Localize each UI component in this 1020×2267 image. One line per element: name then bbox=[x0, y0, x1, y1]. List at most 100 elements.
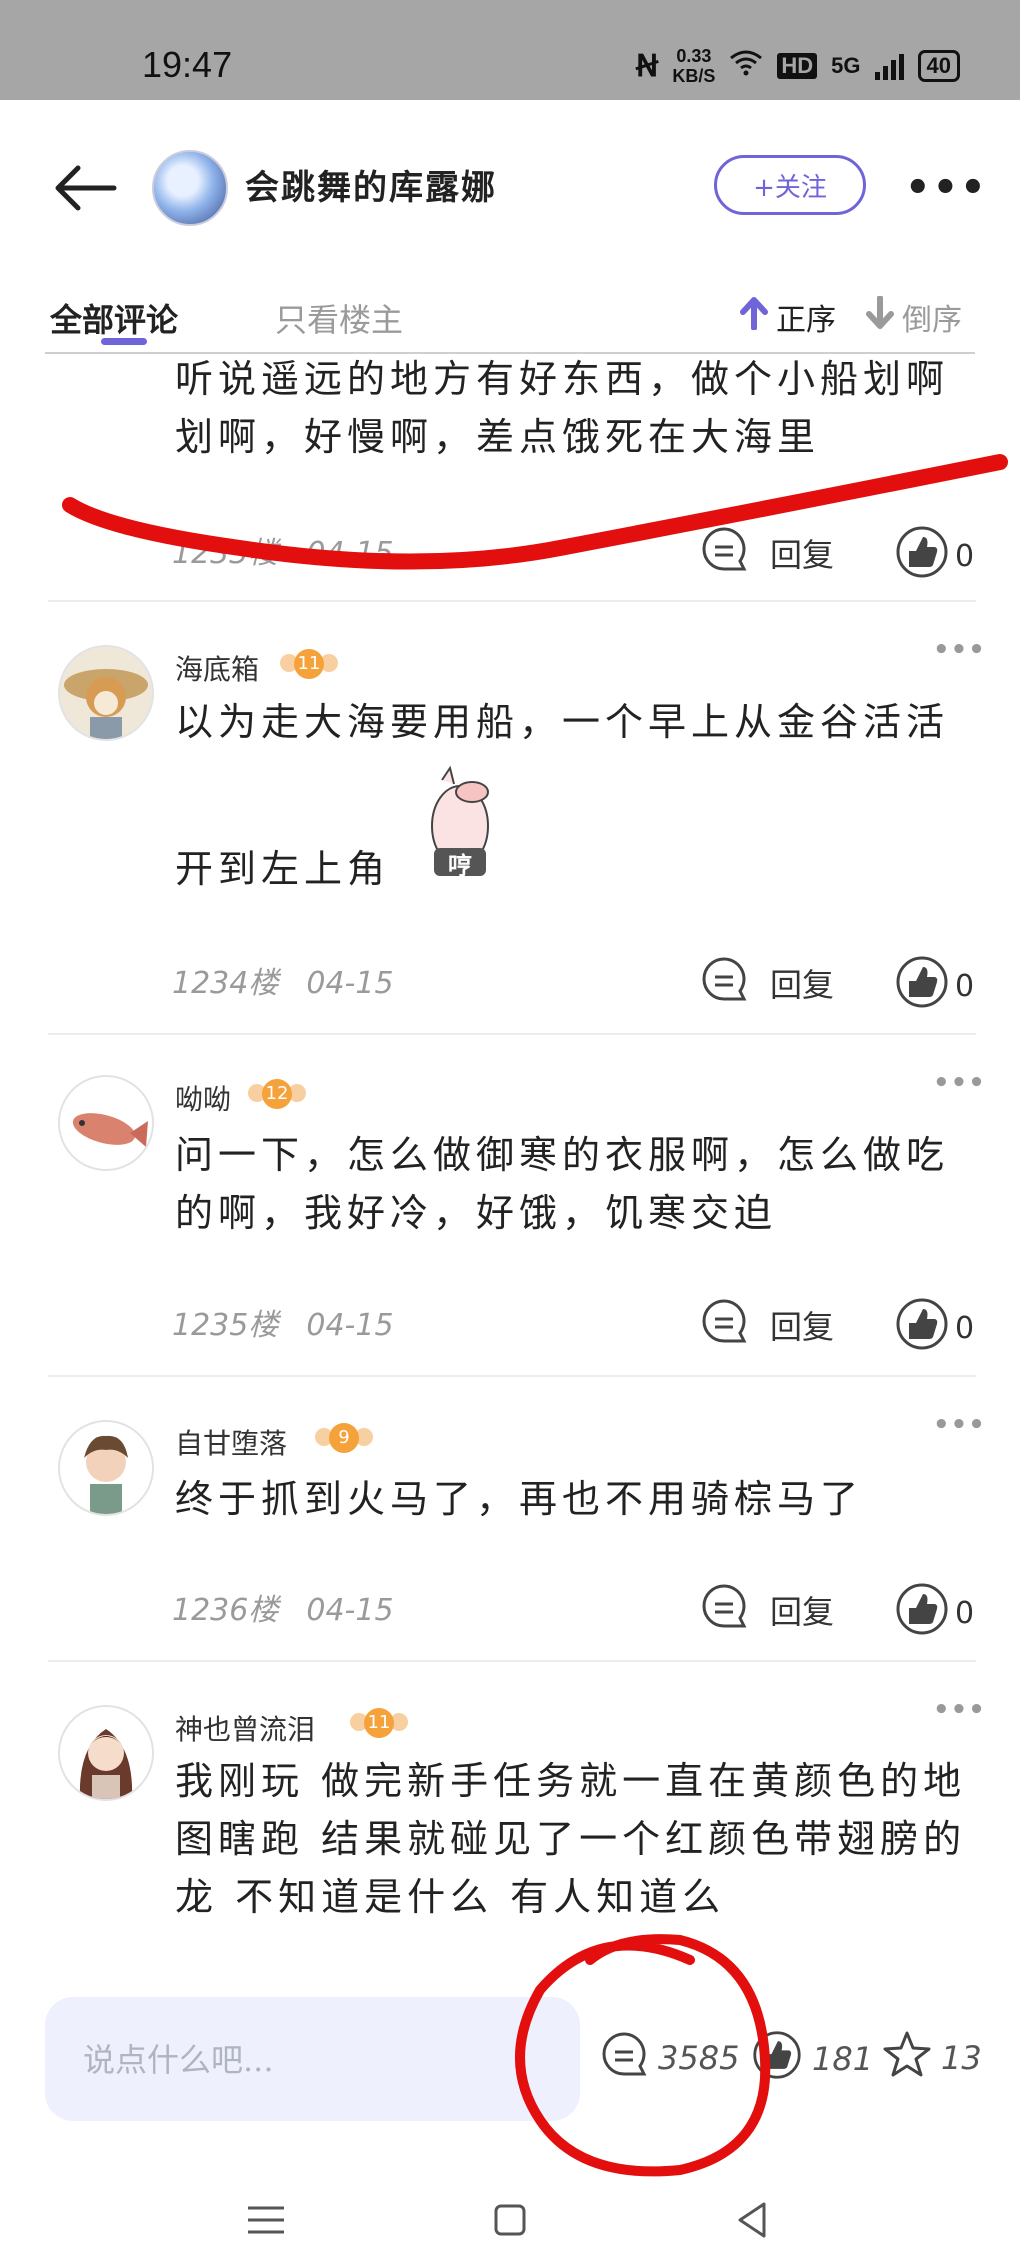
sort-desc-label: 倒序 bbox=[902, 303, 962, 338]
comment-text: 问一下，怎么做御寒的衣服啊，怎么做吃的啊，我好冷，好饿，饥寒交迫 bbox=[175, 1133, 950, 1235]
comment-floor: 1233楼 bbox=[172, 536, 279, 571]
tab-active-indicator bbox=[101, 338, 147, 345]
avatar[interactable] bbox=[58, 645, 154, 741]
thumbs-up-icon bbox=[895, 955, 949, 1017]
menu-icon[interactable] bbox=[226, 2180, 306, 2260]
level-badge: 11 bbox=[280, 646, 338, 682]
network-type: 5G bbox=[831, 53, 861, 78]
reply-label: 回复 bbox=[770, 1593, 835, 1631]
comment-bubble-icon bbox=[700, 525, 748, 581]
pig-sticker: 哼 bbox=[420, 760, 500, 880]
thumbs-up-icon bbox=[752, 2030, 802, 2088]
tab-only-host[interactable]: 只看楼主 bbox=[275, 295, 403, 341]
level-number: 11 bbox=[364, 1708, 394, 1738]
like-count: 0 bbox=[955, 538, 975, 574]
like-button[interactable]: 0 bbox=[895, 955, 974, 1017]
reply-button[interactable]: 回复 bbox=[700, 525, 834, 581]
like-button[interactable]: 0 bbox=[895, 1297, 974, 1359]
more-horizontal-icon[interactable]: ••• bbox=[933, 1410, 986, 1440]
level-badge: 12 bbox=[248, 1076, 306, 1112]
thumbs-up-icon bbox=[895, 1582, 949, 1644]
comment-input[interactable] bbox=[81, 1997, 545, 2123]
post-like-count: 181 bbox=[812, 2040, 874, 2078]
reply-button[interactable]: 回复 bbox=[700, 1297, 834, 1353]
star-icon bbox=[883, 2030, 931, 2086]
more-horizontal-icon[interactable]: ••• bbox=[933, 1068, 986, 1098]
reply-button[interactable]: 回复 bbox=[700, 955, 834, 1011]
reply-label: 回复 bbox=[770, 966, 835, 1004]
level-number: 9 bbox=[329, 1423, 359, 1453]
comment-bubble-icon bbox=[700, 1297, 748, 1353]
comment-text: 开到左上角 bbox=[175, 847, 391, 891]
post-like-button[interactable]: 181 bbox=[752, 2030, 873, 2088]
net-speed-unit: KB/S bbox=[672, 66, 716, 86]
level-number: 11 bbox=[294, 649, 324, 679]
status-icons: Ꞥ 0.33 KB/S HD 5G 40 bbox=[636, 46, 960, 86]
like-count: 0 bbox=[955, 1595, 975, 1631]
comment-input-box[interactable] bbox=[45, 1997, 580, 2123]
net-speed: 0.33 KB/S bbox=[672, 46, 715, 86]
comment-text: 终于抓到火马了，再也不用骑棕马了 bbox=[175, 1477, 864, 1521]
avatar[interactable] bbox=[58, 1075, 154, 1171]
comment-text: 听说遥远的地方有好东西，做个小船划啊划啊，好慢啊，差点饿死在大海里 bbox=[175, 357, 950, 459]
user-name[interactable]: 海底箱 bbox=[175, 648, 259, 688]
like-button[interactable]: 0 bbox=[895, 1582, 974, 1644]
divider bbox=[48, 1660, 976, 1662]
follow-button[interactable]: +关注 bbox=[714, 155, 866, 215]
user-name[interactable]: 神也曾流泪 bbox=[175, 1708, 315, 1748]
divider bbox=[48, 1033, 976, 1035]
comment-date: 04-15 bbox=[306, 966, 394, 1001]
favorite-button[interactable]: 13 bbox=[883, 2030, 982, 2086]
avatar[interactable] bbox=[58, 1420, 154, 1516]
comment-floor: 1234楼 bbox=[172, 966, 279, 1001]
comment-bubble-icon bbox=[700, 955, 748, 1011]
status-bar: 19:47 Ꞥ 0.33 KB/S HD 5G 40 bbox=[0, 0, 1020, 100]
sort-ascending-button[interactable]: 正序 bbox=[740, 295, 836, 339]
sort-descending-button[interactable]: 倒序 bbox=[866, 295, 962, 339]
like-button[interactable]: 0 bbox=[895, 525, 974, 587]
comment-text: 我刚玩 做完新手任务就一直在黄颜色的地图瞎跑 结果就碰见了一个红颜色带翅膀的龙 … bbox=[175, 1759, 967, 1919]
sticker-text: 哼 bbox=[448, 852, 472, 880]
arrow-left-icon[interactable] bbox=[50, 158, 120, 218]
reply-button[interactable]: 回复 bbox=[700, 1582, 834, 1638]
comment-floor: 1236楼 bbox=[172, 1593, 279, 1628]
thumbs-up-icon bbox=[895, 525, 949, 587]
battery-icon: 40 bbox=[917, 50, 960, 82]
home-square-icon[interactable] bbox=[470, 2180, 550, 2260]
tab-all-comments[interactable]: 全部评论 bbox=[50, 295, 178, 341]
back-triangle-icon[interactable] bbox=[712, 2180, 792, 2260]
reply-label: 回复 bbox=[770, 536, 835, 574]
hd-icon: HD bbox=[777, 53, 818, 79]
divider bbox=[48, 1375, 976, 1377]
comment-date: 04-15 bbox=[306, 536, 394, 571]
wifi-icon bbox=[729, 48, 763, 84]
net-speed-value: 0.33 bbox=[676, 46, 712, 66]
comment-meta: 1234楼 04-15 bbox=[172, 958, 422, 1002]
user-name[interactable]: 呦呦 bbox=[175, 1078, 231, 1118]
more-horizontal-icon[interactable]: ••• bbox=[933, 1695, 986, 1725]
favorite-count: 13 bbox=[941, 2039, 982, 2077]
comment-floor: 1235楼 bbox=[172, 1308, 279, 1343]
user-name[interactable]: 自甘堕落 bbox=[175, 1422, 287, 1462]
thumbs-up-icon bbox=[895, 1297, 949, 1359]
more-horizontal-icon[interactable]: ••• bbox=[905, 165, 988, 211]
like-count: 0 bbox=[955, 968, 975, 1004]
more-horizontal-icon[interactable]: ••• bbox=[933, 635, 986, 665]
like-count: 0 bbox=[955, 1310, 975, 1346]
author-name[interactable]: 会跳舞的库露娜 bbox=[245, 160, 497, 209]
comments-count: 3585 bbox=[658, 2039, 740, 2077]
status-time: 19:47 bbox=[142, 44, 233, 85]
comment-text: 以为走大海要用船，一个早上从金谷活活 bbox=[175, 700, 950, 744]
divider bbox=[48, 600, 976, 602]
avatar[interactable] bbox=[58, 1705, 154, 1801]
comments-count-button[interactable]: 3585 bbox=[600, 2030, 739, 2086]
level-badge: 11 bbox=[350, 1705, 408, 1741]
nfc-icon: Ꞥ bbox=[635, 49, 659, 83]
level-number: 12 bbox=[262, 1079, 292, 1109]
reply-label: 回复 bbox=[770, 1308, 835, 1346]
author-avatar[interactable] bbox=[152, 150, 228, 226]
level-badge: 9 bbox=[315, 1420, 373, 1456]
arrow-down-icon bbox=[866, 295, 894, 338]
signal-icon bbox=[874, 52, 904, 80]
comment-meta: 1235楼 04-15 bbox=[172, 1300, 422, 1344]
